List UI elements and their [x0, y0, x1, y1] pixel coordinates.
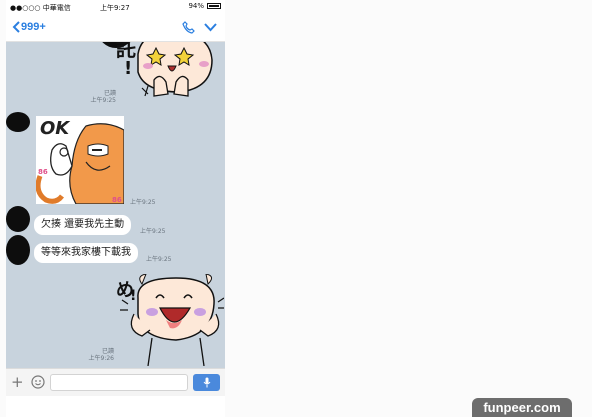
chat-header: 999+ — [6, 14, 225, 42]
avatar — [6, 235, 30, 265]
battery-icon — [207, 3, 221, 9]
message-meta: 已讀 上午9:25 — [86, 90, 116, 104]
message-meta: 已讀 上午9:26 — [84, 348, 114, 362]
message-input[interactable] — [50, 374, 188, 391]
back-button[interactable]: 999+ — [12, 21, 46, 33]
phone-screen: ●●○○○ 中華電信 上午9:27 94% 999+ 託 ! 已讀 上午9:25… — [6, 0, 225, 417]
timestamp: 上午9:25 — [90, 97, 116, 104]
phone-icon[interactable] — [182, 21, 195, 34]
sticker-ok-cat[interactable]: OK 86 86 — [36, 116, 124, 204]
redaction-mark — [6, 112, 30, 132]
message-bubble[interactable]: 等等來我家樓下載我 — [34, 243, 138, 263]
timestamp: 上午9:25 — [146, 256, 172, 263]
message-bubble[interactable]: 欠揍 還要我先主動 — [34, 215, 132, 235]
emoji-icon[interactable] — [31, 375, 45, 389]
plus-icon[interactable]: + — [11, 374, 24, 390]
svg-text:!: ! — [124, 58, 132, 79]
timestamp: 上午9:25 — [130, 199, 156, 206]
sticker-cheering-character[interactable]: 託 ! — [114, 42, 214, 104]
unread-count: 999+ — [21, 21, 46, 33]
read-status: 已讀 — [101, 348, 114, 355]
timestamp: 上午9:26 — [88, 355, 114, 362]
sticker-laughing-character[interactable]: め ! — [112, 274, 224, 366]
mic-button[interactable] — [193, 374, 220, 391]
read-status: 已讀 — [103, 90, 116, 97]
chevron-left-icon — [12, 21, 20, 33]
status-time: 上午9:27 — [100, 4, 130, 12]
svg-text:!: ! — [130, 288, 136, 304]
site-watermark: funpeer.com — [472, 398, 572, 417]
battery-percent: 94% — [188, 2, 204, 10]
timestamp: 上午9:25 — [140, 228, 166, 235]
chevron-down-icon[interactable] — [204, 23, 217, 32]
chat-area[interactable]: 託 ! 已讀 上午9:25 OK 86 86 上午9:25 欠揍 還要我先主動 … — [6, 42, 225, 368]
battery-indicator: 94% — [188, 2, 221, 10]
message-input-bar: + — [6, 368, 225, 396]
avatar — [6, 206, 30, 232]
svg-text:86: 86 — [38, 168, 48, 176]
sticker-text-ok: OK — [40, 118, 71, 139]
svg-text:86: 86 — [112, 196, 122, 204]
mic-icon — [203, 377, 210, 388]
carrier-label: ●●○○○ 中華電信 — [10, 4, 71, 12]
status-bar: ●●○○○ 中華電信 上午9:27 94% — [6, 0, 225, 14]
